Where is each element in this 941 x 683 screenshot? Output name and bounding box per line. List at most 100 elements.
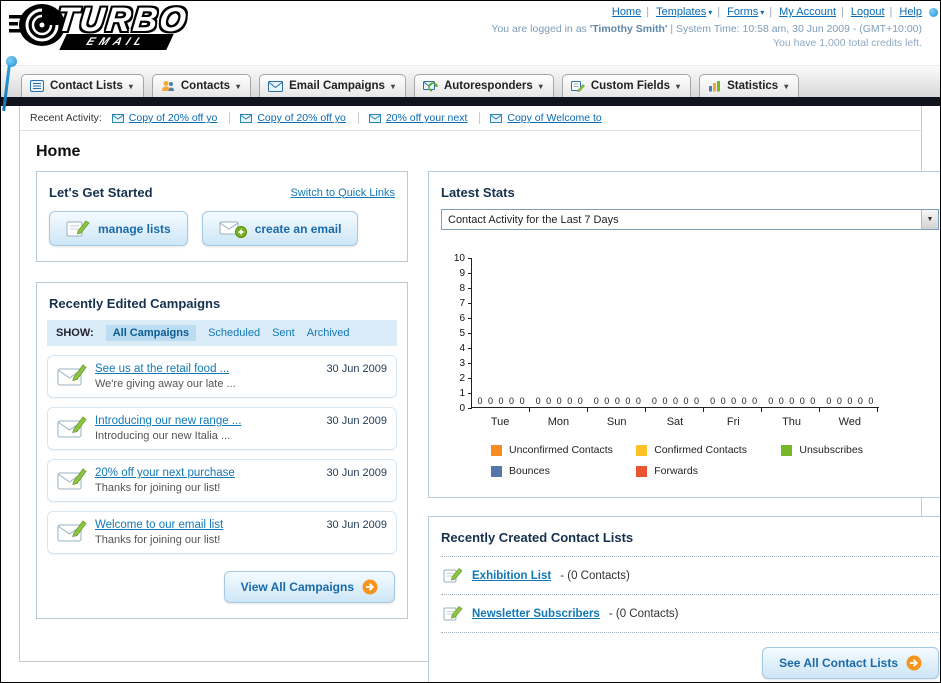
x-tick-label: Thu — [782, 416, 802, 428]
campaign-date: 30 Jun 2009 — [326, 415, 387, 427]
latest-stats-title: Latest Stats — [441, 185, 515, 200]
x-tick-label: Wed — [838, 416, 862, 428]
select-arrow-icon: ▼ — [921, 210, 938, 229]
campaign-date: 30 Jun 2009 — [326, 363, 387, 375]
tab-autoresponders[interactable]: Autoresponders ▾ — [413, 74, 554, 97]
recent-campaigns-panel: Recently Edited Campaigns SHOW: All Camp… — [36, 282, 408, 619]
contact-lists-icon — [30, 80, 44, 92]
legend-item: Unconfirmed Contacts — [491, 444, 636, 456]
chart-value-group: 00000 — [651, 396, 699, 406]
custom-fields-icon — [570, 81, 585, 92]
pencil-list-icon — [66, 220, 90, 237]
campaign-row[interactable]: See us at the retail food ... We're givi… — [47, 355, 397, 398]
y-tick-label: 6 — [459, 313, 465, 324]
filter-archived[interactable]: Archived — [307, 327, 350, 339]
x-tick-label: Fri — [726, 416, 740, 428]
chevron-down-icon: ▾ — [128, 81, 133, 91]
login-info: You are logged in as 'Timothy Smith' | S… — [491, 23, 922, 35]
campaign-row[interactable]: Welcome to our email list Thanks for joi… — [47, 511, 397, 554]
header-link-logout[interactable]: Logout — [836, 6, 885, 18]
campaign-title-link[interactable]: Welcome to our email list — [95, 519, 318, 531]
filter-all-campaigns[interactable]: All Campaigns — [105, 325, 197, 341]
user-name: 'Timothy Smith' — [589, 23, 668, 35]
tab-contacts[interactable]: Contacts ▾ — [151, 74, 252, 97]
legend-item: Bounces — [491, 465, 636, 477]
legend-item: Unsubscribes — [781, 444, 926, 456]
chart-value-group: 00000 — [826, 396, 874, 406]
tab-statistics[interactable]: Statistics ▾ — [699, 74, 800, 97]
contact-list-link[interactable]: Exhibition List — [472, 570, 551, 582]
list-edit-icon — [443, 606, 463, 621]
y-tick-label: 2 — [459, 373, 465, 384]
contact-list-row[interactable]: Newsletter Subscribers - (0 Contacts) — [441, 595, 939, 633]
envelope-icon — [368, 113, 381, 123]
recent-contact-lists-panel: Recently Created Contact Lists Exhibitio… — [428, 516, 940, 682]
campaign-title-link[interactable]: Introducing our new range ... — [95, 415, 318, 427]
header-link-home[interactable]: Home — [612, 6, 641, 18]
get-started-title: Let's Get Started — [49, 185, 153, 200]
recent-activity-label: Recent Activity: — [30, 112, 102, 124]
new-email-icon — [219, 221, 247, 238]
main-nav: Contact Lists ▾ Contacts ▾ Email Campaig… — [1, 65, 940, 97]
campaign-row[interactable]: 20% off your next purchase Thanks for jo… — [47, 459, 397, 502]
envelope-icon — [490, 113, 503, 123]
get-started-panel: Let's Get Started Switch to Quick Links … — [36, 171, 408, 262]
show-label: SHOW: — [56, 327, 94, 339]
email-campaigns-icon — [268, 80, 284, 92]
x-tick-label: Sun — [606, 416, 627, 428]
content-area: Recent Activity: Copy of 20% off yo Copy… — [19, 106, 940, 682]
see-all-contact-lists-button[interactable]: See All Contact Lists — [762, 647, 939, 679]
stats-period-select[interactable]: Contact Activity for the Last 7 Days ▼ — [441, 209, 939, 230]
recent-activity-link[interactable]: 20% off your next — [368, 112, 481, 124]
contact-list-count: - (0 Contacts) — [608, 607, 679, 620]
recent-activity-link[interactable]: Copy of Welcome to — [490, 112, 613, 124]
legend-swatch-icon — [636, 465, 648, 477]
campaign-row[interactable]: Introducing our new range ... Introducin… — [47, 407, 397, 450]
tab-custom-fields[interactable]: Custom Fields ▾ — [561, 74, 692, 97]
y-tick-label: 8 — [459, 283, 465, 294]
campaign-edit-icon — [57, 416, 87, 438]
campaign-edit-icon — [57, 364, 87, 386]
contact-list-row[interactable]: Exhibition List - (0 Contacts) — [441, 557, 939, 595]
app-window: TURBO EMAIL HomeTemplates▾Forms▾My Accou… — [0, 0, 941, 683]
manage-lists-button[interactable]: manage lists — [49, 211, 188, 246]
campaign-date: 30 Jun 2009 — [326, 467, 387, 479]
tab-email-campaigns[interactable]: Email Campaigns ▾ — [259, 74, 406, 97]
chart-value-group: 00000 — [768, 396, 816, 406]
x-tick-label: Mon — [547, 416, 570, 428]
campaign-date: 30 Jun 2009 — [326, 519, 387, 531]
header-link-templates[interactable]: Templates▾ — [641, 6, 712, 18]
chart-value-group: 00000 — [593, 396, 641, 406]
legend-swatch-icon — [636, 444, 648, 456]
chevron-down-icon: ▾ — [390, 81, 395, 91]
header-link-forms[interactable]: Forms▾ — [712, 6, 764, 18]
create-email-button[interactable]: create an email — [201, 211, 359, 246]
campaign-subtitle: Thanks for joining our list! — [95, 482, 221, 494]
logo-text: TURBO EMAIL — [55, 1, 190, 50]
switch-quick-links[interactable]: Switch to Quick Links — [290, 187, 395, 199]
view-all-campaigns-button[interactable]: View All Campaigns — [223, 571, 395, 603]
recent-activity-link[interactable]: Copy of 20% off yo — [240, 112, 359, 124]
x-tick-label: Sat — [666, 416, 684, 428]
campaign-subtitle: Introducing our new Italia ... — [95, 430, 231, 442]
arrow-right-icon — [906, 655, 922, 671]
logo-subtitle: EMAIL — [58, 34, 174, 50]
header-link-help[interactable]: Help — [885, 6, 922, 18]
y-tick-label: 5 — [459, 328, 465, 339]
tab-contact-lists[interactable]: Contact Lists ▾ — [21, 74, 144, 97]
top-bar: TURBO EMAIL HomeTemplates▾Forms▾My Accou… — [1, 1, 940, 112]
chart-x-labels: Tue Mon Sun Sat Fri Thu Wed — [471, 416, 879, 428]
campaign-edit-icon — [57, 520, 87, 542]
recent-activity-link[interactable]: Copy of 20% off yo — [111, 112, 231, 124]
campaign-title-link[interactable]: See us at the retail food ... — [95, 363, 318, 375]
chart-value-group: 00000 — [710, 396, 758, 406]
chart-value-group: 00000 — [477, 396, 525, 406]
logo-title: TURBO — [55, 1, 190, 39]
contact-list-link[interactable]: Newsletter Subscribers — [472, 608, 600, 620]
credits-info: You have 1,000 total credits left. — [772, 37, 922, 49]
header-link-my-account[interactable]: My Account — [764, 6, 836, 18]
filter-scheduled[interactable]: Scheduled — [208, 327, 260, 339]
filter-sent[interactable]: Sent — [272, 327, 295, 339]
campaign-filter-bar: SHOW: All Campaigns Scheduled Sent Archi… — [47, 320, 397, 346]
campaign-title-link[interactable]: 20% off your next purchase — [95, 467, 318, 479]
